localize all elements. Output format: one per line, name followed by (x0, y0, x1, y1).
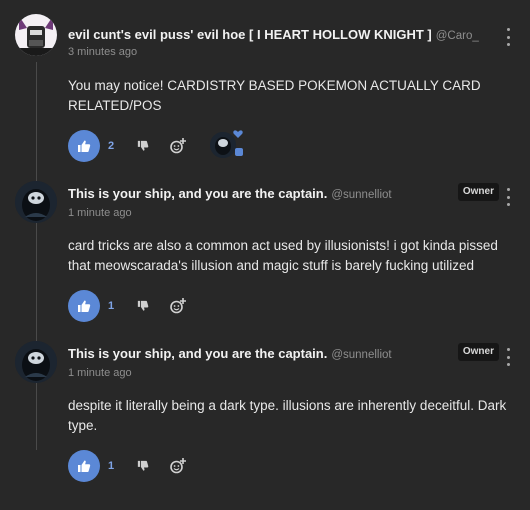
vertical-dots-icon (506, 188, 510, 191)
comment-text: You may notice! CARDISTRY BASED POKEMON … (68, 78, 481, 113)
like-button[interactable] (68, 130, 100, 162)
author-handle[interactable]: @sunnelliot (331, 349, 391, 361)
comment-text: despite it literally being a dark type. … (68, 398, 507, 433)
add-emoji-icon (170, 458, 186, 474)
thumbs-up-icon (78, 300, 91, 312)
author-name[interactable]: evil cunt's evil puss' evil hoe [ I HEAR… (68, 27, 432, 42)
thumbs-down-icon (137, 140, 149, 151)
add-reaction-button[interactable] (167, 295, 189, 317)
author-line: This is your ship, and you are the capta… (68, 185, 488, 203)
more-options-button[interactable] (503, 28, 513, 46)
like-button[interactable] (68, 450, 100, 482)
like-count: 1 (108, 460, 115, 472)
timestamp: 1 minute ago (68, 207, 132, 219)
avatar[interactable] (15, 181, 57, 223)
more-options-button[interactable] (503, 348, 513, 366)
avatar[interactable] (15, 14, 57, 56)
author-line: This is your ship, and you are the capta… (68, 345, 488, 363)
vertical-dots-icon (506, 28, 510, 31)
timestamp: 3 minutes ago (68, 46, 138, 58)
add-emoji-icon (170, 138, 186, 154)
author-handle[interactable]: @sunnelliot (331, 189, 391, 201)
thread-line (36, 62, 37, 450)
heart-icon (233, 130, 243, 138)
add-reaction-button[interactable] (167, 455, 189, 477)
vertical-dots-icon (506, 348, 510, 351)
dislike-button[interactable] (132, 135, 154, 157)
timestamp: 1 minute ago (68, 367, 132, 379)
comment-actions: 1 (68, 290, 202, 322)
avatar[interactable] (15, 341, 57, 383)
thumbs-up-icon (78, 460, 91, 472)
thumbs-down-icon (137, 300, 149, 311)
owner-badge: Owner (457, 183, 499, 201)
comment-text: card tricks are also a common act used b… (68, 238, 498, 273)
add-reaction-button[interactable] (167, 135, 189, 157)
reaction-preview[interactable] (206, 130, 246, 162)
comment-actions: 2 (68, 130, 246, 162)
author-name[interactable]: This is your ship, and you are the capta… (68, 346, 327, 361)
dislike-button[interactable] (132, 295, 154, 317)
thumbs-down-icon (137, 460, 149, 471)
author-line: evil cunt's evil puss' evil hoe [ I HEAR… (68, 26, 488, 44)
like-count: 2 (108, 140, 115, 152)
like-count: 1 (108, 300, 115, 312)
owner-badge: Owner (457, 343, 499, 361)
dislike-button[interactable] (132, 455, 154, 477)
comment-actions: 1 (68, 450, 202, 482)
like-button[interactable] (68, 290, 100, 322)
add-emoji-icon (170, 298, 186, 314)
author-handle[interactable]: @Caro_ (436, 30, 479, 42)
comment-bubble-icon (235, 148, 243, 156)
more-options-button[interactable] (503, 188, 513, 206)
author-name[interactable]: This is your ship, and you are the capta… (68, 186, 327, 201)
thumbs-up-icon (78, 140, 91, 152)
